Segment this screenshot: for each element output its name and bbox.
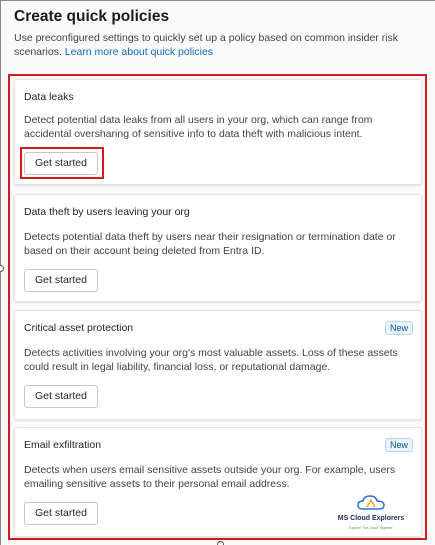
resize-handle[interactable] xyxy=(217,541,224,545)
get-started-button[interactable]: Get started xyxy=(24,152,98,175)
card-title: Email exfiltration xyxy=(24,439,102,451)
card-description: Detects activities involving your org's … xyxy=(24,347,398,373)
card-description: Detects when users email sensitive asset… xyxy=(24,464,396,490)
card-title: Data theft by users leaving your org xyxy=(24,206,190,218)
quick-policies-panel: Create quick policies Use preconfigured … xyxy=(0,0,435,545)
watermark-name: MS Cloud Explorers xyxy=(337,515,405,522)
card-description: Detect potential data leaks from all use… xyxy=(24,114,373,140)
watermark-logo: MS Cloud Explorers Explore The Cloud Tog… xyxy=(321,495,421,539)
policy-card-data-theft-departing-users: Data theft by users leaving your org Det… xyxy=(14,194,422,302)
get-started-button[interactable]: Get started xyxy=(24,269,98,292)
policy-card-data-leaks: Data leaks Detect potential data leaks f… xyxy=(14,79,422,185)
cloud-icon xyxy=(357,495,385,510)
card-title: Critical asset protection xyxy=(24,322,134,334)
watermark-tagline: Explore The Cloud Together xyxy=(349,526,393,530)
page-description: Use preconfigured settings to quickly se… xyxy=(14,31,424,59)
policy-card-critical-asset-protection: Critical asset protection New Detects ac… xyxy=(14,310,422,420)
new-badge: New xyxy=(384,321,413,335)
get-started-button[interactable]: Get started xyxy=(24,385,98,408)
page-title: Create quick policies xyxy=(14,8,170,25)
card-description: Detects potential data theft by users ne… xyxy=(24,231,396,257)
panel-header: Create quick policies Use preconfigured … xyxy=(14,7,424,59)
get-started-button[interactable]: Get started xyxy=(24,502,98,525)
learn-more-link[interactable]: Learn more about quick policies xyxy=(65,46,213,58)
new-badge: New xyxy=(384,438,413,452)
card-title: Data leaks xyxy=(24,91,74,103)
